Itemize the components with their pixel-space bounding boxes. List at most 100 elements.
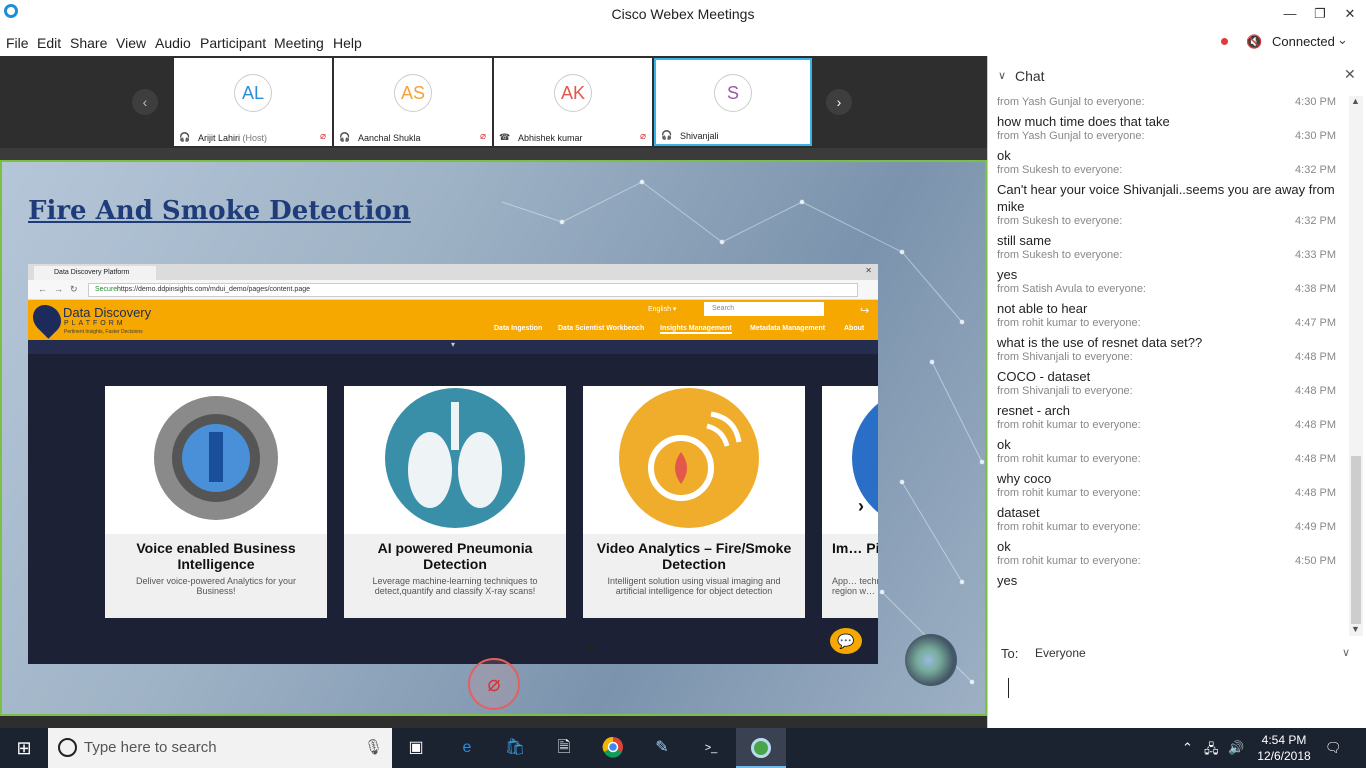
participant-name: Aanchal Shukla: [358, 133, 421, 143]
menu-participant[interactable]: Participant: [200, 35, 266, 51]
minimize-button[interactable]: —: [1276, 6, 1304, 24]
participant-tile[interactable]: AS 🎧 Aanchal Shukla ⌀: [334, 58, 492, 146]
browser-tab-bar: Data Discovery Platform ✕: [28, 264, 878, 280]
participant-footer: 🎧 Shivanjali: [656, 128, 810, 144]
chat-recipient-select[interactable]: To: Everyone ∨: [988, 642, 1366, 666]
message-sender: from Shivanjali to everyone: 4:48 PM: [997, 385, 1336, 397]
chat-message: from Sukesh to everyone: 4:32 PM Can't hea…: [997, 164, 1352, 215]
slide-title: Fire And Smoke Detection: [28, 196, 411, 226]
card-desc: Deliver voice-powered Analytics for your…: [135, 576, 297, 596]
participant-footer: 🎧 Aanchal Shukla ⌀: [334, 130, 492, 146]
site-search-input: Search: [704, 302, 824, 316]
card-art: [105, 386, 327, 534]
chrome-icon[interactable]: [601, 736, 625, 760]
connection-status[interactable]: Connected: [1272, 34, 1335, 49]
chat-message: from rohit kumar to everyone: 4:47 PM what…: [997, 317, 1352, 351]
chat-message: from Sukesh to everyone: 4:32 PM still sam…: [997, 215, 1352, 249]
message-text: resnet - arch: [997, 403, 1070, 418]
collapse-chevron-icon[interactable]: ∨: [998, 69, 1006, 82]
notepad-icon[interactable]: ✎: [650, 736, 674, 760]
message-text: ok: [997, 539, 1011, 554]
message-sender: from Yash Gunjal to everyone: 4:30 PM: [997, 130, 1336, 142]
message-sender: from Yash Gunjal to everyone: 4:30 PM: [997, 96, 1336, 108]
terminal-icon[interactable]: >_: [699, 736, 723, 760]
file-icon[interactable]: 🗎: [552, 736, 576, 760]
phone-icon: ☎: [499, 132, 511, 142]
muted-mic-icon[interactable]: 🔇: [1246, 34, 1262, 50]
card-art: [822, 386, 878, 534]
card-title: AI powered Pneumonia Detection: [377, 540, 533, 572]
message-text: ok: [997, 437, 1011, 452]
scroll-up-icon[interactable]: ▲: [1351, 96, 1360, 106]
volume-icon[interactable]: 🔊: [1228, 740, 1244, 756]
menu-file[interactable]: File: [6, 35, 29, 51]
chat-scrollbar[interactable]: ▲ ▼: [1349, 96, 1363, 636]
message-text: what is the use of resnet data set??: [997, 335, 1203, 350]
message-sender: from Satish Avula to everyone: 4:38 PM: [997, 283, 1336, 295]
chat-messages[interactable]: from Yash Gunjal to everyone: 4:30 PM how …: [988, 96, 1353, 636]
scroll-down-icon[interactable]: ▼: [1351, 624, 1360, 634]
muted-mic-icon: ⌀: [319, 131, 326, 142]
search-placeholder: Type here to search: [84, 739, 217, 756]
webex-taskbar-button[interactable]: [736, 728, 786, 768]
recipient-value: Everyone: [1035, 646, 1086, 660]
network-icon[interactable]: 🖧: [1204, 740, 1219, 762]
notifications-icon[interactable]: 🗨: [1325, 740, 1342, 756]
mute-toggle-button[interactable]: ⌀: [468, 658, 520, 710]
url-text: https://demo.ddpinsights.com/mdui_demo/p…: [117, 286, 311, 293]
taskbar-search[interactable]: Type here to search 🎙: [48, 728, 392, 768]
chat-input[interactable]: [1000, 674, 1355, 714]
feature-card: Voice enabled Business Intelligence Deli…: [105, 386, 327, 618]
ddp-logo-icon: [27, 299, 67, 339]
close-button[interactable]: ✕: [1336, 6, 1364, 24]
taskbar-clock[interactable]: 4:54 PM 12/6/2018: [1257, 732, 1311, 764]
menu-share[interactable]: Share: [70, 35, 107, 51]
chat-message: from Yash Gunjal to everyone: 4:30 PM how …: [997, 96, 1352, 130]
tray-chevron-icon[interactable]: ⌃: [1182, 740, 1193, 756]
close-chat-button[interactable]: ✕: [1344, 66, 1356, 83]
menu-help[interactable]: Help: [333, 35, 362, 51]
restore-button[interactable]: ❐: [1306, 6, 1334, 24]
task-view-icon[interactable]: ▣: [404, 736, 428, 760]
participant-tile-active[interactable]: S 🎧 Shivanjali: [654, 58, 812, 146]
site-brand-sub: PLATFORM: [64, 320, 126, 327]
message-text: yes: [997, 573, 1018, 588]
avatar: AK: [554, 74, 592, 112]
store-icon[interactable]: 🛍: [503, 736, 527, 760]
participant-tile[interactable]: AL 🎧 Arijit Lahiri (Host) ⌀: [174, 58, 332, 146]
feature-card-partial: Im… Pipel… App… techniq… region w…: [822, 386, 878, 618]
site-tagline: Pertinent Insights, Faster Decisions: [64, 329, 143, 335]
message-sender: from Sukesh to everyone: 4:33 PM: [997, 249, 1336, 261]
message-text: why coco: [997, 471, 1052, 486]
chevron-down-icon[interactable]: ∨: [1342, 646, 1350, 659]
webex-icon: [751, 738, 771, 758]
edge-icon[interactable]: e: [455, 736, 479, 760]
menu-view[interactable]: View: [116, 35, 146, 51]
menu-meeting[interactable]: Meeting: [274, 35, 324, 51]
scroll-thumb[interactable]: [1351, 456, 1361, 624]
strip-prev-button[interactable]: ‹: [132, 89, 158, 115]
chat-message: from rohit kumar to everyone: 4:48 PM data…: [997, 487, 1352, 521]
site-brand: Data Discovery: [63, 305, 152, 320]
recording-indicator: [1221, 38, 1228, 45]
menu-audio[interactable]: Audio: [155, 35, 191, 51]
chat-title: Chat: [1015, 68, 1045, 84]
site-header: Data Discovery PLATFORM Pertinent Insigh…: [27, 299, 878, 340]
card-title: Voice enabled Business Intelligence: [136, 540, 296, 572]
chevron-down-icon[interactable]: ⌄: [1337, 32, 1348, 48]
message-text: Can't hear your voice Shivanjali..seems …: [997, 182, 1335, 214]
window-title: Cisco Webex Meetings: [611, 6, 755, 22]
strip-next-button[interactable]: ›: [826, 89, 852, 115]
chat-message: from Shivanjali to everyone: 4:48 PM resne…: [997, 385, 1352, 419]
avatar: S: [714, 74, 752, 112]
microphone-icon[interactable]: 🎙: [364, 738, 383, 756]
webex-assistant-icon[interactable]: [905, 634, 957, 686]
browser-address-bar: ← → ↻ Secure https://demo.ddpinsights.co…: [28, 280, 878, 300]
menu-edit[interactable]: Edit: [37, 35, 61, 51]
windows-start-icon[interactable]: ⊞: [0, 728, 48, 768]
message-text: dataset: [997, 505, 1040, 520]
participant-tile[interactable]: AK ☎ Abhishek kumar ⌀: [494, 58, 652, 146]
chat-message: from Satish Avula to everyone: 4:38 PM not…: [997, 283, 1352, 317]
text-caret: [1008, 678, 1009, 698]
reload-icon: ↻: [70, 284, 78, 294]
